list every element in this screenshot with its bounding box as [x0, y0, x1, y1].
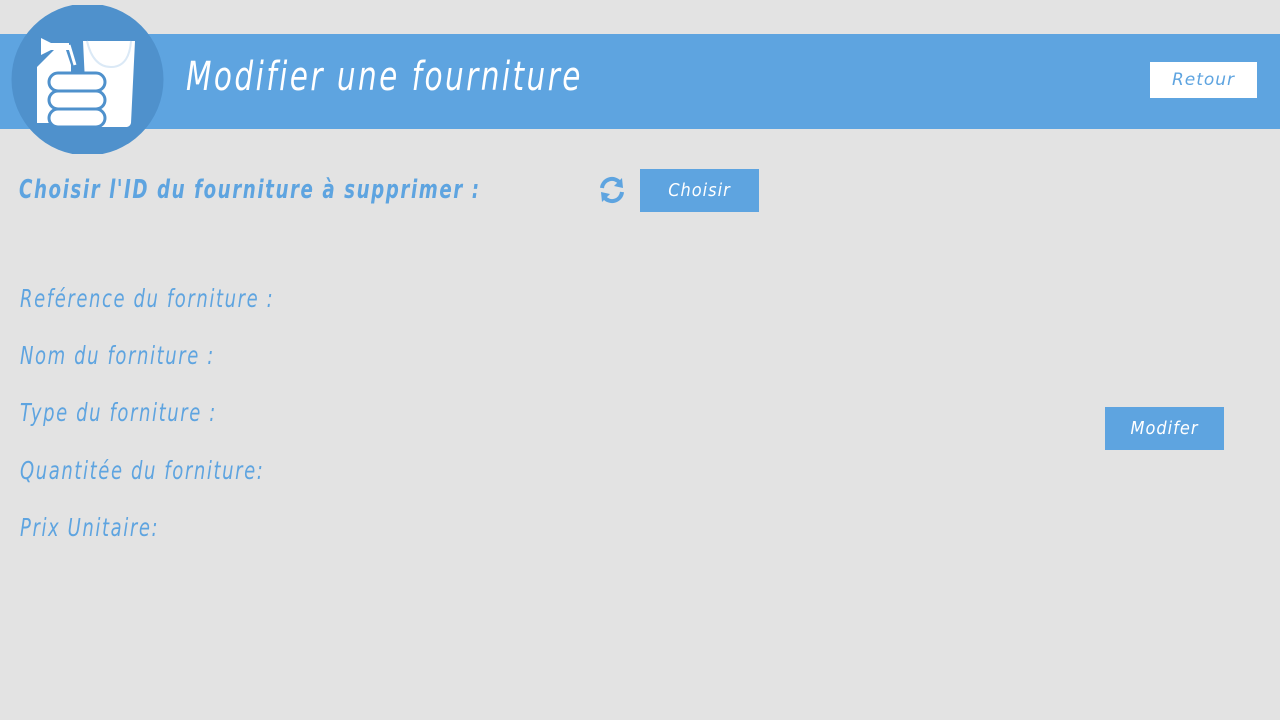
refresh-icon[interactable]	[598, 176, 626, 204]
back-button[interactable]: Retour	[1150, 62, 1257, 98]
unit-price-label: Prix Unitaire:	[20, 513, 160, 542]
type-label: Type du forniture :	[20, 398, 217, 427]
page-title: Modifier une fourniture	[186, 54, 583, 100]
reference-label: Reférence du forniture :	[20, 284, 275, 313]
quantity-label: Quantitée du forniture:	[20, 456, 265, 485]
name-label: Nom du forniture :	[20, 341, 215, 370]
cleaning-supplies-icon	[11, 5, 164, 154]
choose-id-label: Choisir l'ID du fourniture à supprimer :	[19, 175, 481, 205]
app-window: Modifier une fourniture Retour Choisir l…	[0, 0, 1280, 720]
choose-button[interactable]: Choisir	[640, 169, 759, 212]
modify-button[interactable]: Modifer	[1105, 407, 1224, 450]
